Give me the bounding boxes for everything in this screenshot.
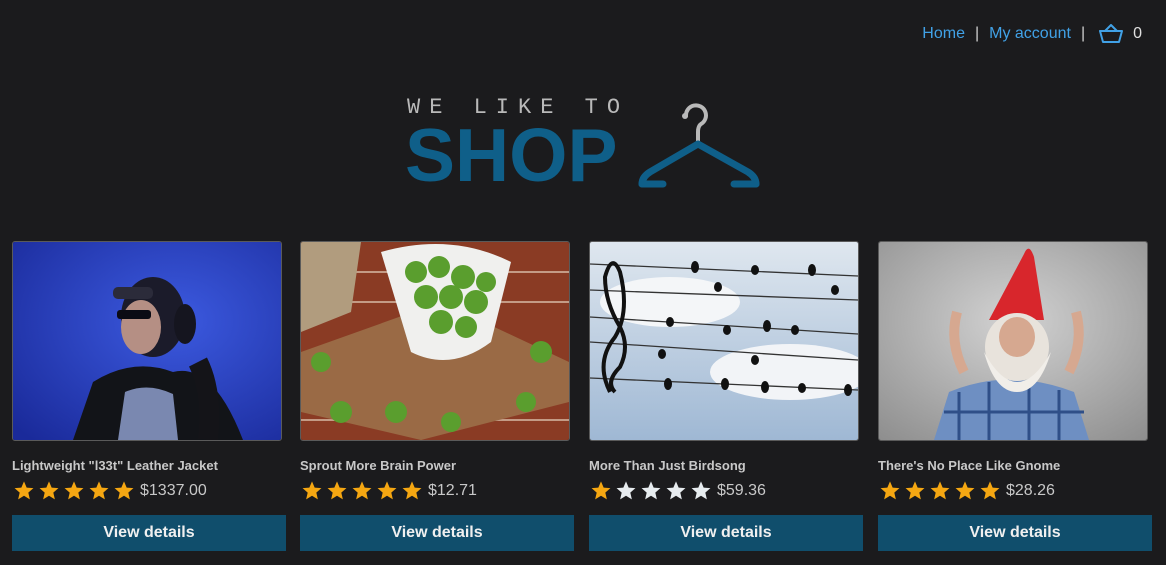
product-card: Sprout More Brain Power $12.71 View deta…: [300, 241, 574, 551]
product-card: There's No Place Like Gnome $28.26 View …: [878, 241, 1152, 551]
star-empty-icon: [616, 481, 636, 500]
view-details-button[interactable]: View details: [589, 515, 863, 551]
star-filled-icon: [591, 481, 611, 500]
home-link[interactable]: Home: [922, 25, 965, 43]
product-image-birdsong[interactable]: [589, 241, 859, 441]
star-empty-icon: [691, 481, 711, 500]
star-filled-icon: [89, 481, 109, 500]
star-filled-icon: [114, 481, 134, 500]
star-filled-icon: [955, 481, 975, 500]
star-filled-icon: [39, 481, 59, 500]
product-title: Sprout More Brain Power: [300, 458, 457, 473]
basket-icon: [1099, 24, 1124, 43]
cart-count: 0: [1133, 25, 1142, 42]
star-filled-icon: [302, 481, 322, 500]
rating-stars: [12, 480, 136, 502]
star-filled-icon: [327, 481, 347, 500]
product-rating-row: $28.26: [878, 480, 1152, 502]
view-details-button[interactable]: View details: [878, 515, 1152, 551]
product-card: Lightweight "l33t" Leather Jacket $1337.…: [12, 241, 286, 551]
site-logo[interactable]: WE LIKE TO SHOP: [405, 92, 765, 197]
product-card: More Than Just Birdsong $59.36 View deta…: [589, 241, 863, 551]
product-price: $59.36: [717, 482, 766, 499]
product-image-jacket[interactable]: [12, 241, 282, 441]
my-account-link[interactable]: My account: [989, 25, 1071, 43]
view-details-button[interactable]: View details: [300, 515, 574, 551]
star-filled-icon: [905, 481, 925, 500]
product-title: There's No Place Like Gnome: [878, 458, 1061, 473]
view-details-button[interactable]: View details: [12, 515, 286, 551]
product-price: $1337.00: [140, 482, 207, 499]
star-filled-icon: [930, 481, 950, 500]
product-image-gnome[interactable]: [878, 241, 1148, 441]
star-filled-icon: [880, 481, 900, 500]
product-price: $12.71: [428, 482, 477, 499]
hanger-icon: [638, 103, 760, 188]
star-filled-icon: [64, 481, 84, 500]
cart-link[interactable]: 0: [1099, 24, 1142, 44]
product-rating-row: $12.71: [300, 480, 574, 502]
rating-stars: [878, 480, 1002, 502]
nav-separator: |: [974, 25, 980, 42]
nav-separator: |: [1080, 25, 1086, 42]
product-rating-row: $1337.00: [12, 480, 286, 502]
product-rating-row: $59.36: [589, 480, 863, 502]
product-price: $28.26: [1006, 482, 1055, 499]
rating-stars: [589, 480, 713, 502]
star-filled-icon: [402, 481, 422, 500]
rating-stars: [300, 480, 424, 502]
star-empty-icon: [666, 481, 686, 500]
star-filled-icon: [352, 481, 372, 500]
top-nav: Home | My account | 0: [922, 24, 1142, 44]
star-filled-icon: [980, 481, 1000, 500]
logo-shop-text: SHOP: [405, 113, 618, 197]
star-filled-icon: [14, 481, 34, 500]
star-filled-icon: [377, 481, 397, 500]
star-empty-icon: [641, 481, 661, 500]
product-title: More Than Just Birdsong: [589, 458, 746, 473]
product-image-sprouts[interactable]: [300, 241, 570, 441]
product-title: Lightweight "l33t" Leather Jacket: [12, 458, 218, 473]
